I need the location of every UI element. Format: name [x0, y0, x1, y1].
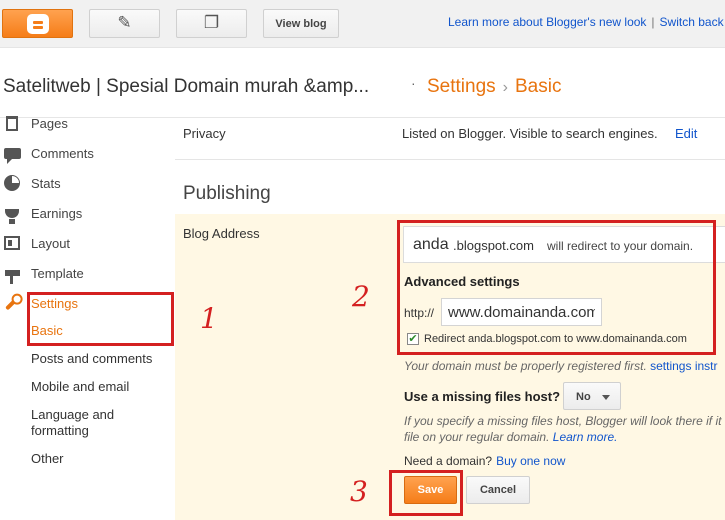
blog-title[interactable]: Satelitweb | Spesial Domain murah &amp..… — [3, 76, 369, 98]
trophy-icon — [3, 205, 21, 224]
layout-icon — [3, 235, 21, 251]
blog-address-label: Blog Address — [183, 226, 260, 241]
sidebar-item-template[interactable]: Template — [0, 262, 170, 284]
missing-host-value: No — [576, 391, 591, 403]
sidebar-item-label: Comments — [31, 145, 94, 161]
privacy-label: Privacy — [183, 126, 226, 141]
sidebar-item-label: Layout — [31, 235, 71, 251]
pie-chart-icon — [3, 175, 21, 191]
top-toolbar: ✎ ❐ View blog Learn more about Blogger's… — [0, 0, 725, 48]
page-header: Satelitweb | Spesial Domain murah &amp..… — [0, 48, 725, 118]
breadcrumb-arrow: › — [502, 79, 508, 96]
blogger-home-button[interactable] — [2, 9, 73, 38]
view-blog-button[interactable]: View blog — [263, 9, 339, 38]
breadcrumb-settings[interactable]: Settings — [427, 76, 496, 97]
sidebar-item-comments[interactable]: Comments — [0, 142, 170, 164]
publishing-heading: Publishing — [183, 183, 271, 204]
learn-more-new-look-link[interactable]: Learn more about Blogger's new look — [448, 15, 646, 29]
sidebar-item-earnings[interactable]: Earnings — [0, 202, 170, 224]
domain-note: Your domain must be properly registered … — [404, 359, 717, 373]
missing-host-label: Use a missing files host? — [404, 389, 561, 404]
annotation-number-3: 3 — [350, 475, 368, 508]
pages-icon — [3, 115, 21, 131]
blog-menu-dot[interactable]: · — [411, 75, 416, 91]
settings-instructions-link[interactable]: settings instr — [650, 359, 717, 373]
breadcrumb: Settings › Basic — [427, 76, 561, 98]
missing-host-dropdown[interactable]: No — [563, 382, 621, 410]
learn-more-link[interactable]: Learn more. — [553, 430, 618, 444]
sidebar-item-label: Pages — [31, 115, 68, 131]
documents-icon: ❐ — [203, 13, 220, 33]
privacy-value: Listed on Blogger. Visible to search eng… — [402, 126, 658, 141]
need-domain: Need a domain? Buy one now — [404, 454, 565, 468]
top-links: Learn more about Blogger's new look | Swit… — [448, 15, 724, 29]
sidebar-subitem-language[interactable]: Language and formatting — [31, 407, 141, 439]
privacy-edit-link[interactable]: Edit — [675, 126, 697, 141]
switch-back-link[interactable]: Switch back — [660, 15, 724, 29]
blogger-logo-icon — [26, 13, 49, 34]
breadcrumb-basic: Basic — [514, 76, 562, 97]
annotation-number-1: 1 — [200, 302, 218, 335]
comments-icon — [3, 145, 21, 164]
missing-host-help-line2: file on your regular domain. Learn more. — [404, 429, 725, 445]
sidebar-item-label: Stats — [31, 175, 61, 191]
annotation-number-2: 2 — [352, 280, 370, 313]
sidebar-subitem-mobile-email[interactable]: Mobile and email — [31, 379, 129, 395]
annotation-box-3 — [389, 470, 463, 516]
sidebar-subitem-posts-comments[interactable]: Posts and comments — [31, 351, 152, 367]
annotation-box-2 — [397, 220, 716, 355]
need-domain-text: Need a domain? — [404, 454, 493, 468]
link-separator: | — [651, 15, 655, 29]
cancel-button[interactable]: Cancel — [466, 476, 530, 504]
missing-host-help: If you specify a missing files host, Blo… — [404, 413, 725, 445]
sidebar-item-pages[interactable]: Pages — [0, 112, 170, 134]
new-post-button[interactable]: ✎ — [89, 9, 160, 38]
wrench-icon — [3, 295, 21, 311]
posts-list-button[interactable]: ❐ — [176, 9, 247, 38]
sidebar-subitem-other[interactable]: Other — [31, 451, 64, 467]
privacy-row: Privacy Listed on Blogger. Visible to se… — [175, 118, 725, 160]
sidebar-item-label: Earnings — [31, 205, 83, 221]
annotation-box-1 — [27, 292, 174, 346]
sidebar-item-layout[interactable]: Layout — [0, 232, 170, 254]
domain-note-text: Your domain must be properly registered … — [404, 359, 647, 373]
missing-host-help-text: file on your regular domain. — [404, 430, 550, 444]
paint-roller-icon — [3, 265, 21, 284]
missing-host-help-line1: If you specify a missing files host, Blo… — [404, 414, 722, 428]
sidebar-item-stats[interactable]: Stats — [0, 172, 170, 194]
chevron-down-icon — [602, 395, 610, 400]
buy-domain-link[interactable]: Buy one now — [492, 454, 565, 468]
sidebar-item-label: Template — [31, 265, 84, 281]
pencil-icon: ✎ — [117, 13, 132, 33]
